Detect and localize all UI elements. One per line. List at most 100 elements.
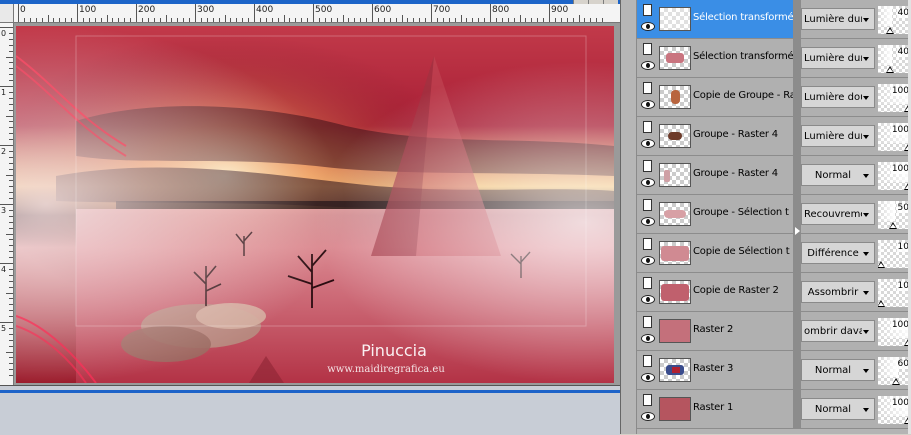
eye-icon[interactable] [641,373,655,382]
opacity-slider[interactable]: 60 [878,357,911,385]
layer-name[interactable]: Groupe - Raster 4 [693,168,793,179]
eye-icon[interactable] [641,61,655,70]
layer-visibility[interactable] [640,80,658,115]
layer-visibility[interactable] [640,353,658,388]
layer-row[interactable]: Copie de Sélection t Différence 10 [637,234,911,273]
palette-divider[interactable] [793,39,801,78]
layer-visibility[interactable] [640,275,658,310]
layer-item[interactable]: Groupe - Sélection t [637,195,793,234]
blend-mode-select[interactable]: Normal [801,164,875,186]
layer-visibility[interactable] [640,392,658,427]
blend-mode-select[interactable]: Différence [801,242,875,264]
layer-name[interactable]: Raster 3 [693,363,793,374]
ruler-minor-tick [9,80,13,82]
blend-mode-select[interactable]: Normal [801,359,875,381]
blend-mode-select[interactable]: Lumière dure [801,47,875,69]
opacity-slider[interactable]: 100 [878,84,911,112]
layer-item[interactable]: Copie de Sélection t [637,234,793,273]
layer-visibility[interactable] [640,314,658,349]
opacity-marker[interactable] [886,66,894,73]
layer-row[interactable]: Raster 1 Normal 100 [637,390,911,429]
layer-item[interactable]: Copie de Groupe - Raster [637,78,793,117]
opacity-slider[interactable]: 40 [878,6,911,34]
eye-icon[interactable] [641,412,655,421]
opacity-slider[interactable]: 100 [878,396,911,424]
eye-icon[interactable] [641,334,655,343]
palette-divider[interactable] [793,117,801,156]
eye-icon[interactable] [641,139,655,148]
layer-visibility[interactable] [640,158,658,193]
layer-item[interactable]: Raster 3 [637,351,793,390]
palette-divider[interactable] [793,156,801,195]
layer-item[interactable]: Sélection transformée [637,0,793,39]
layer-name[interactable]: Copie de Raster 2 [693,285,793,296]
opacity-marker[interactable] [889,222,897,229]
palette-divider[interactable] [793,351,801,390]
palette-divider[interactable] [793,234,801,273]
layer-name[interactable]: Copie de Sélection t [693,246,793,257]
blend-mode-select[interactable]: Lumière dure [801,125,875,147]
opacity-slider[interactable]: 100 [878,123,911,151]
layer-row[interactable]: Sélection transformée Lumière dure 40 [637,39,911,78]
ruler-minor-tick [9,180,13,182]
eye-icon[interactable] [641,217,655,226]
blend-mode-select[interactable]: Lumière dure [801,8,875,30]
palette-divider[interactable] [793,312,801,351]
layer-item[interactable]: Groupe - Raster 4 [637,117,793,156]
page-icon [643,4,652,16]
layer-visibility[interactable] [640,41,658,76]
layer-name[interactable]: Raster 1 [693,402,793,413]
layer-item[interactable]: Groupe - Raster 4 [637,156,793,195]
eye-icon[interactable] [641,256,655,265]
layer-row[interactable]: Groupe - Sélection t Recouvrement 50 [637,195,911,234]
layer-name[interactable]: Sélection transformée [693,12,793,23]
opacity-marker[interactable] [892,378,900,385]
blend-mode-select[interactable]: ombrir davant. [801,320,875,342]
opacity-marker[interactable] [878,261,885,268]
ruler-minor-tick [9,286,13,288]
eye-icon[interactable] [641,22,655,31]
opacity-slider[interactable]: 10 [878,240,911,268]
layer-name[interactable]: Raster 2 [693,324,793,335]
opacity-slider[interactable]: 100 [878,162,911,190]
layer-row[interactable]: Raster 3 Normal 60 [637,351,911,390]
blend-mode-select[interactable]: Assombrir [801,281,875,303]
opacity-slider[interactable]: 40 [878,45,911,73]
blend-mode-select[interactable]: Normal [801,398,875,420]
eye-icon[interactable] [641,178,655,187]
blend-mode-select[interactable]: Lumière douce [801,86,875,108]
palette-divider[interactable] [793,390,801,429]
palette-divider[interactable] [793,0,801,39]
opacity-slider[interactable]: 50 [878,201,911,229]
palette-grip[interactable] [621,0,637,434]
layer-row[interactable]: Copie de Raster 2 Assombrir 10 [637,273,911,312]
layer-name[interactable]: Copie de Groupe - Raster [693,90,793,101]
opacity-marker[interactable] [886,27,894,34]
layer-visibility[interactable] [640,236,658,271]
expand-arrow-icon[interactable] [795,227,800,235]
layer-item[interactable]: Raster 2 [637,312,793,351]
layer-visibility[interactable] [640,119,658,154]
opacity-slider[interactable]: 100 [878,318,911,346]
eye-icon[interactable] [641,295,655,304]
layer-row[interactable]: Copie de Groupe - Raster Lumière douce 100 [637,78,911,117]
layer-row[interactable]: Groupe - Raster 4 Lumière dure 100 [637,117,911,156]
image-canvas[interactable]: Pinuccia www.maidiregrafica.eu [14,23,620,385]
opacity-slider[interactable]: 10 [878,279,911,307]
layer-row[interactable]: Sélection transformée Lumière dure 40 [637,0,911,39]
layer-row[interactable]: Raster 2 ombrir davant. 100 [637,312,911,351]
eye-icon[interactable] [641,100,655,109]
layer-item[interactable]: Copie de Raster 2 [637,273,793,312]
layer-name[interactable]: Groupe - Raster 4 [693,129,793,140]
opacity-marker[interactable] [878,300,885,307]
blend-mode-select[interactable]: Recouvrement [801,203,875,225]
layer-row[interactable]: Groupe - Raster 4 Normal 100 [637,156,911,195]
palette-divider[interactable] [793,273,801,312]
palette-divider[interactable] [793,78,801,117]
layer-item[interactable]: Raster 1 [637,390,793,429]
layer-item[interactable]: Sélection transformée [637,39,793,78]
layer-name[interactable]: Sélection transformée [693,51,793,62]
layer-name[interactable]: Groupe - Sélection t [693,207,793,218]
layer-visibility[interactable] [640,197,658,232]
layer-visibility[interactable] [640,2,658,37]
